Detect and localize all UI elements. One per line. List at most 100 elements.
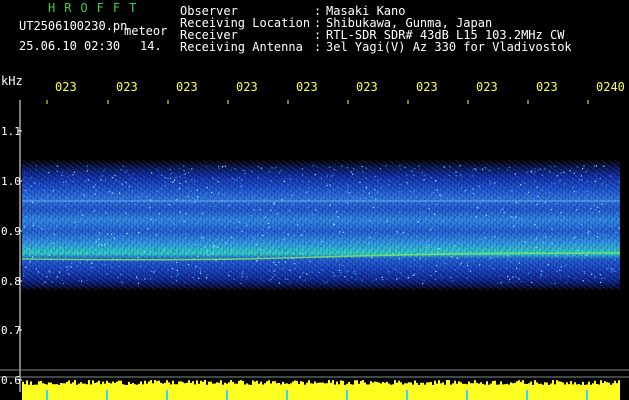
noise-speck <box>158 214 161 217</box>
noise-speck <box>369 237 371 239</box>
noise-speck <box>258 251 260 253</box>
noise-speck <box>191 179 193 181</box>
noise-speck <box>411 170 413 172</box>
noise-speck <box>600 281 602 283</box>
noise-speck <box>199 270 202 272</box>
signal-level-spike <box>556 380 558 386</box>
signal-level-spike <box>298 384 300 386</box>
noise-speck <box>414 168 416 170</box>
noise-speck <box>373 206 375 209</box>
signal-level-spike <box>398 380 400 386</box>
noise-speck <box>125 212 127 214</box>
signal-level-spike <box>72 382 74 386</box>
noise-speck <box>348 192 350 194</box>
noise-speck <box>178 168 180 170</box>
signal-level-spike <box>46 384 48 386</box>
signal-level-spike <box>528 383 530 386</box>
signal-level-spike <box>236 383 238 386</box>
signal-level-spike <box>250 385 252 386</box>
noise-speck <box>400 272 402 274</box>
noise-speck <box>22 219 24 221</box>
noise-speck <box>118 192 121 194</box>
noise-speck <box>614 265 616 267</box>
signal-level-spike <box>40 381 42 386</box>
noise-speck <box>48 249 50 252</box>
noise-speck <box>224 188 226 190</box>
noise-speck <box>241 179 243 181</box>
noise-speck <box>207 236 210 238</box>
noise-speck <box>426 243 428 245</box>
noise-speck <box>514 217 516 219</box>
noise-speck <box>32 224 34 226</box>
noise-speck <box>202 212 204 214</box>
noise-speck <box>598 202 600 204</box>
noise-speck <box>433 192 435 194</box>
noise-speck <box>256 261 258 263</box>
noise-speck <box>467 269 470 271</box>
signal-level-spike <box>70 383 72 386</box>
noise-speck <box>449 276 451 279</box>
noise-speck <box>388 273 390 275</box>
noise-speck <box>86 279 88 282</box>
noise-speck <box>24 246 26 248</box>
noise-speck <box>611 271 613 273</box>
noise-speck <box>70 266 72 268</box>
noise-speck <box>421 220 424 222</box>
time-tick-label: 023 <box>176 80 198 94</box>
signal-level-spike <box>26 380 28 386</box>
noise-speck <box>388 184 390 186</box>
noise-speck <box>81 235 83 237</box>
noise-speck <box>37 271 40 273</box>
time-tick-label: 023 <box>536 80 558 94</box>
noise-speck <box>563 183 565 185</box>
noise-speck <box>96 235 98 237</box>
noise-speck <box>23 220 26 222</box>
noise-speck <box>136 209 138 211</box>
noise-speck <box>541 273 543 275</box>
noise-speck <box>86 260 88 262</box>
noise-speck <box>303 251 305 253</box>
noise-speck <box>444 263 446 265</box>
noise-speck <box>559 269 561 271</box>
noise-speck <box>375 198 377 200</box>
noise-speck <box>185 233 187 235</box>
time-marker <box>466 390 468 400</box>
noise-speck <box>479 264 481 266</box>
signal-level-spike <box>34 384 36 386</box>
signal-level-spike <box>226 383 228 386</box>
noise-speck <box>465 228 467 230</box>
noise-speck <box>307 199 309 201</box>
noise-speck <box>515 276 517 278</box>
signal-level-spike <box>340 380 342 386</box>
signal-level-spike <box>146 383 148 386</box>
noise-speck <box>41 251 43 253</box>
noise-speck <box>244 222 246 224</box>
noise-speck <box>296 178 298 180</box>
noise-speck <box>449 166 451 168</box>
noise-speck <box>48 270 50 272</box>
noise-speck <box>50 221 52 223</box>
noise-speck <box>603 165 605 167</box>
noise-speck <box>329 204 331 206</box>
noise-speck <box>95 189 97 191</box>
noise-speck <box>617 205 619 207</box>
noise-speck <box>330 247 332 249</box>
noise-speck <box>500 282 502 284</box>
noise-speck <box>76 239 78 241</box>
noise-speck <box>24 177 26 179</box>
signal-level-spike <box>186 382 188 386</box>
noise-speck <box>277 277 279 279</box>
noise-speck <box>53 257 55 259</box>
noise-speck <box>535 238 537 240</box>
noise-speck <box>595 179 597 181</box>
noise-speck <box>213 218 215 220</box>
noise-speck <box>390 238 392 240</box>
noise-speck <box>215 212 217 215</box>
noise-speck <box>593 205 595 207</box>
y-tick-labels: 1.11.00.90.80.70.6 <box>1 125 21 387</box>
signal-level-spike <box>48 382 50 386</box>
signal-level-spike <box>94 383 96 386</box>
noise-speck <box>121 183 123 185</box>
noise-speck <box>404 241 406 243</box>
noise-speck <box>201 196 203 198</box>
